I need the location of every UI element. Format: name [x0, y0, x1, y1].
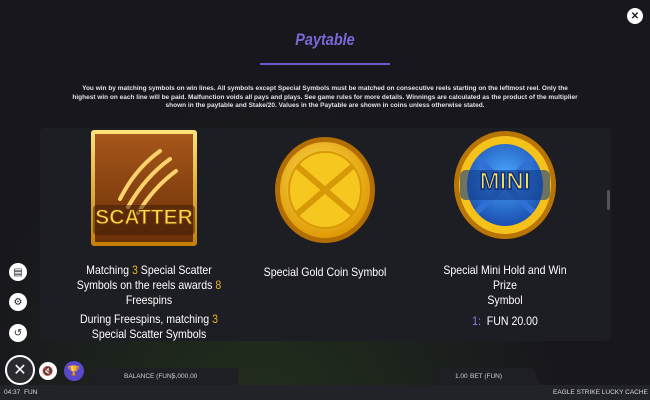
balance-value: 5,000.00	[172, 373, 198, 380]
mini-prize: 1: FUN 20.00	[472, 314, 538, 328]
scrollbar[interactable]	[607, 190, 610, 210]
paytable-panel[interactable]: SCATTER MINI Matching 3 Special Scatter …	[40, 128, 611, 341]
game-name: EAGLE STRIKE LUCKY CACHE	[553, 389, 648, 396]
trophy-icon[interactable]: 🏆	[64, 361, 84, 381]
page-title: Paytable	[295, 30, 355, 49]
scatter-description: Matching 3 Special Scatter Symbols on th…	[76, 263, 222, 341]
close-icon[interactable]: ✕	[627, 8, 643, 24]
intro-text: You win by matching symbols on win lines…	[72, 85, 578, 109]
title-underline	[260, 63, 390, 65]
bet-label: BET (FUN)	[470, 373, 503, 380]
mini-description: Special Mini Hold and Win Prize Symbol 1…	[420, 263, 590, 329]
document-icon[interactable]: ▤	[9, 263, 27, 281]
balance-label: BALANCE (FUN)	[124, 373, 174, 380]
mini-badge-text: MINI	[479, 167, 531, 196]
gold-coin-symbol	[275, 137, 375, 243]
gold-coin-description: Special Gold Coin Symbol	[263, 265, 387, 279]
mute-icon[interactable]: 🔇	[39, 362, 57, 380]
history-icon[interactable]: ↺	[9, 324, 27, 342]
scatter-badge-text: SCATTER	[95, 206, 194, 230]
close-paytable-button[interactable]: ✕	[5, 355, 35, 385]
currency-label: FUN	[24, 389, 38, 396]
gear-icon[interactable]: ⚙	[9, 293, 27, 311]
bet-value: 1.00	[455, 373, 468, 380]
clock: 04:37	[4, 389, 21, 396]
status-bar: 04:37 FUN EAGLE STRIKE LUCKY CACHE	[0, 385, 650, 400]
